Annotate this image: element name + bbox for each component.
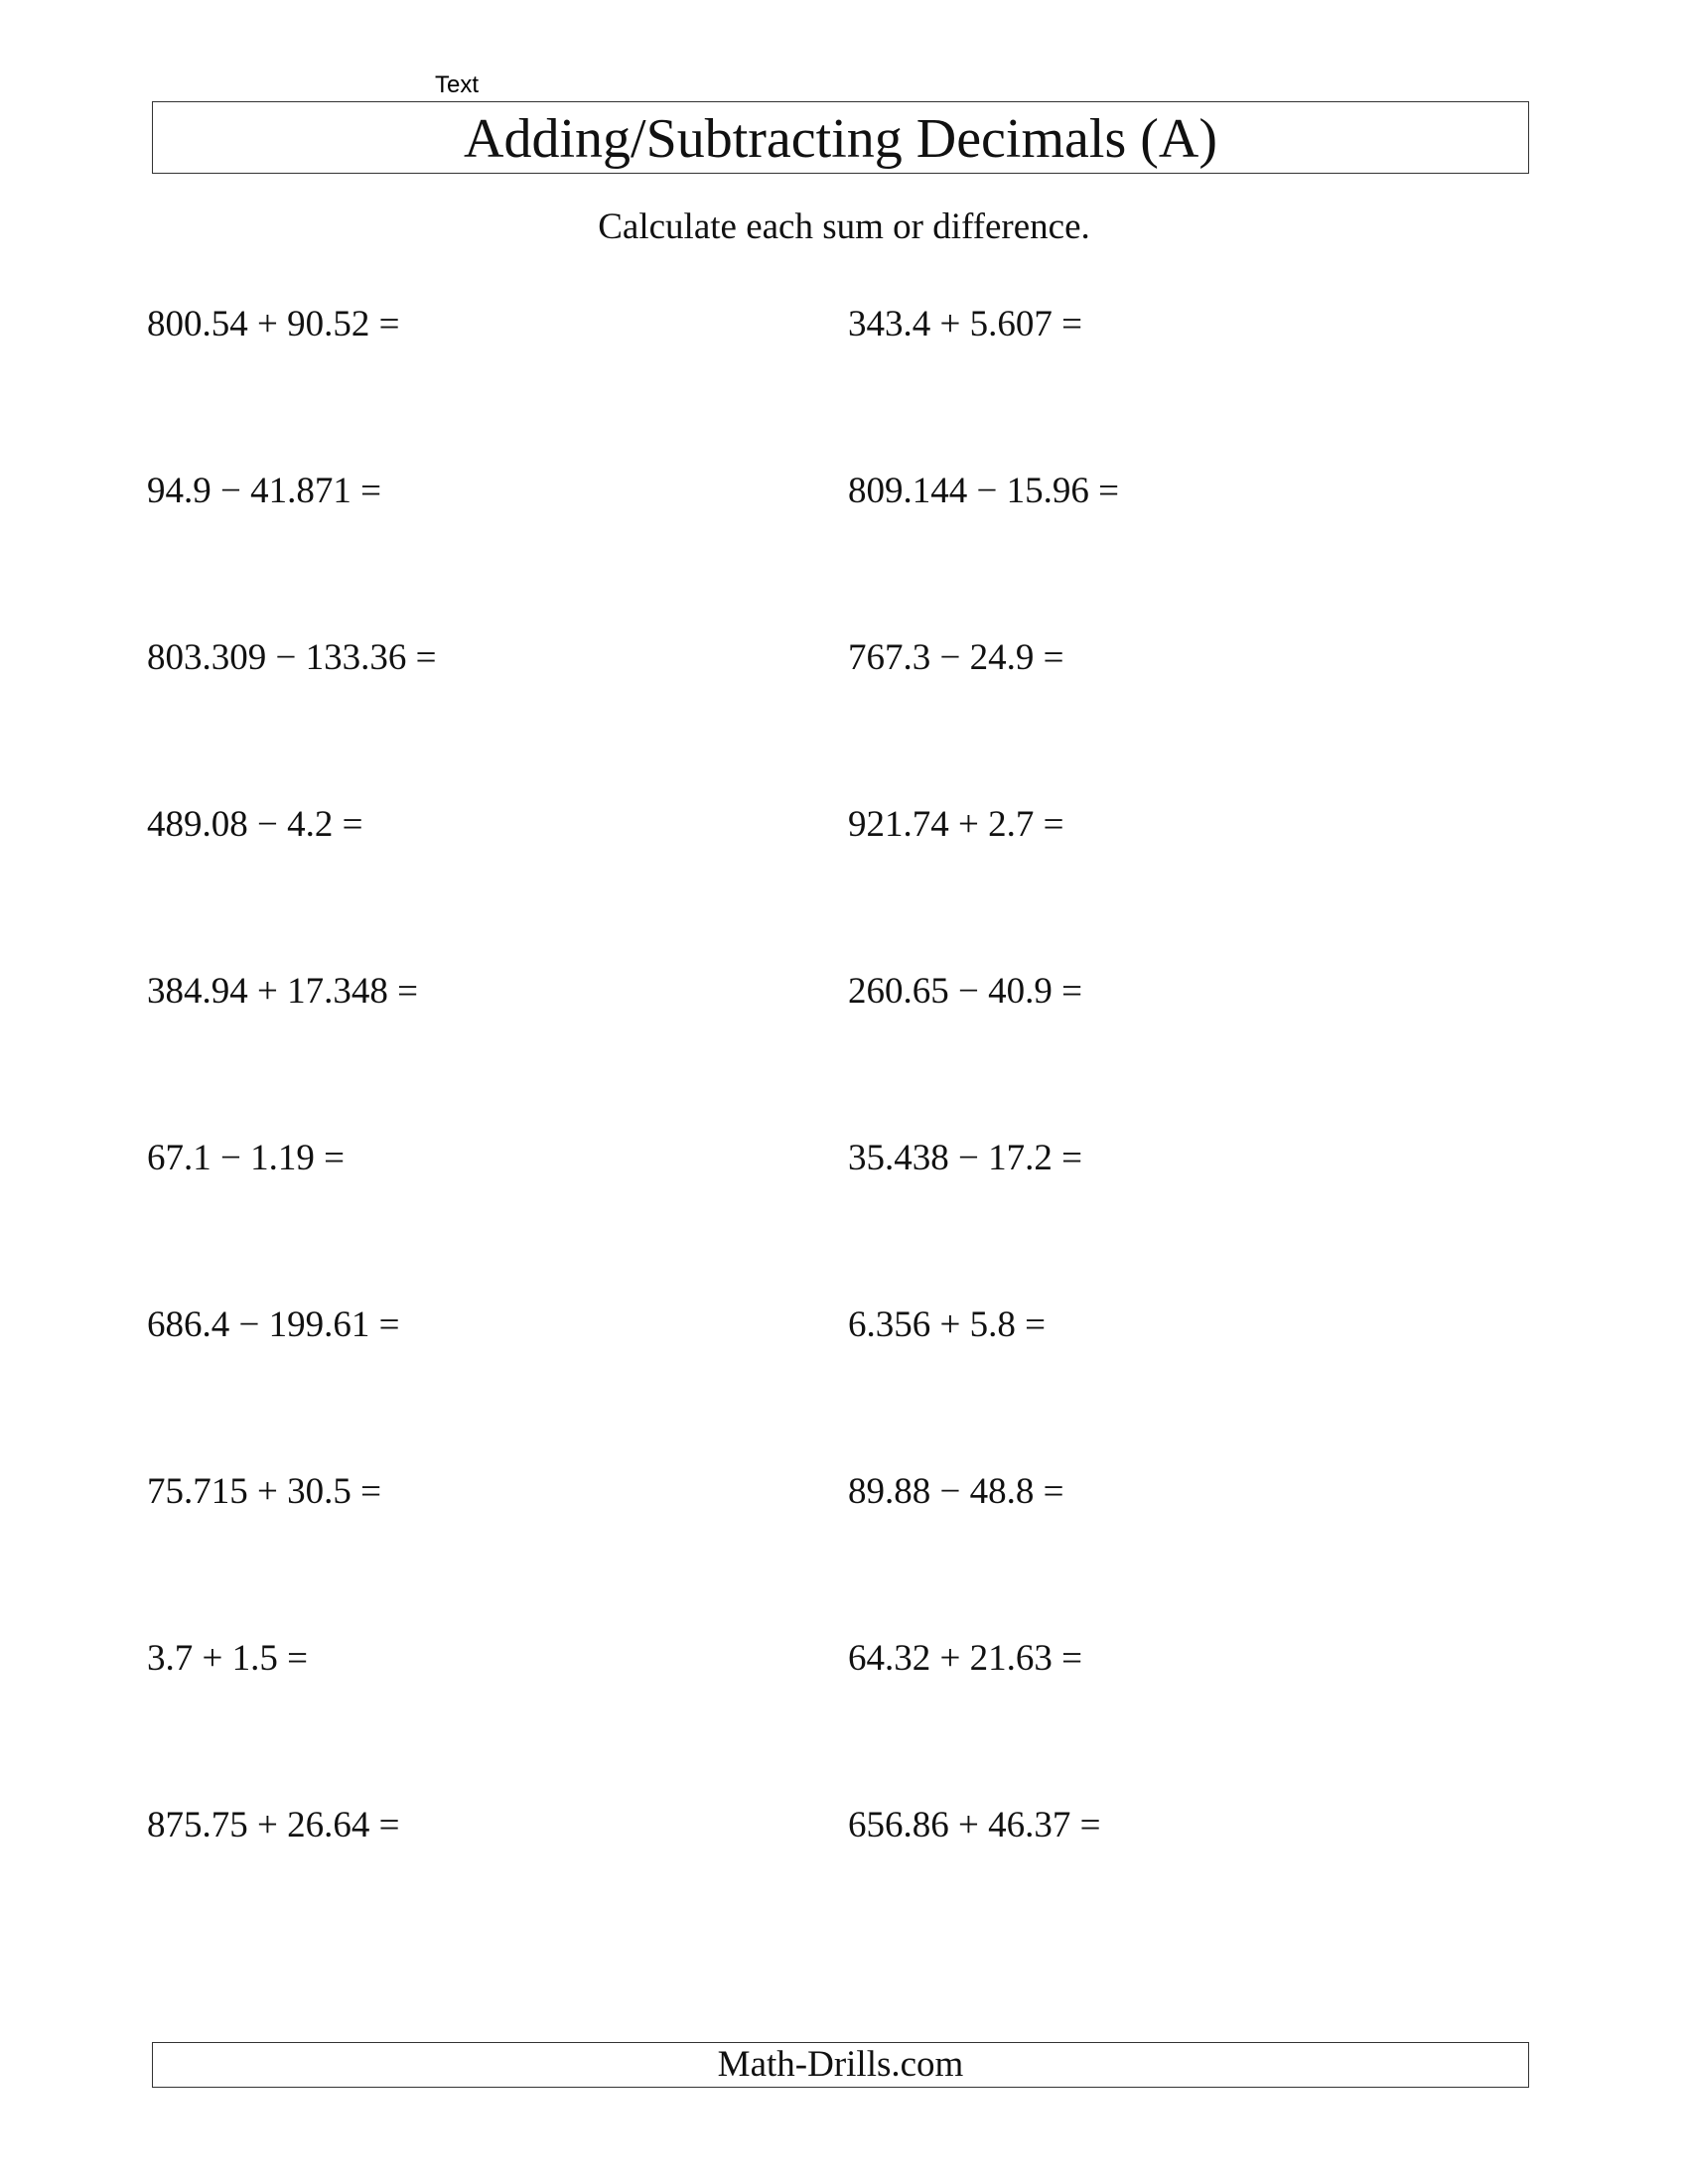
problem: 94.9 − 41.871 = [147,471,381,511]
problem: 686.4 − 199.61 = [147,1304,400,1345]
problem: 489.08 − 4.2 = [147,804,363,845]
title-box: Adding/Subtracting Decimals (A) [152,101,1529,174]
problem: 67.1 − 1.19 = [147,1138,345,1178]
problem: 6.356 + 5.8 = [848,1304,1046,1345]
problem-grid: 800.54 + 90.52 = 343.4 + 5.607 = 94.9 − … [147,300,1537,1968]
instructions: Calculate each sum or difference. [598,206,1090,247]
problem: 260.65 − 40.9 = [848,971,1082,1012]
problem: 803.309 − 133.36 = [147,637,437,678]
problem: 64.32 + 21.63 = [848,1638,1082,1679]
problem: 343.4 + 5.607 = [848,304,1082,344]
footer-site-name: Math-Drills.com [717,2044,964,2085]
problem: 89.88 − 48.8 = [848,1471,1064,1512]
text-marker-label: Text [435,71,480,98]
problem: 3.7 + 1.5 = [147,1638,308,1679]
worksheet-title: Adding/Subtracting Decimals (A) [464,107,1217,170]
problem: 767.3 − 24.9 = [848,637,1064,678]
problem: 809.144 − 15.96 = [848,471,1119,511]
problem: 800.54 + 90.52 = [147,304,400,344]
problem: 656.86 + 46.37 = [848,1805,1101,1845]
footer-box: Math-Drills.com [152,2042,1529,2088]
problem: 75.715 + 30.5 = [147,1471,381,1512]
problem: 384.94 + 17.348 = [147,971,418,1012]
problem: 875.75 + 26.64 = [147,1805,400,1845]
problem: 921.74 + 2.7 = [848,804,1064,845]
problem: 35.438 − 17.2 = [848,1138,1082,1178]
